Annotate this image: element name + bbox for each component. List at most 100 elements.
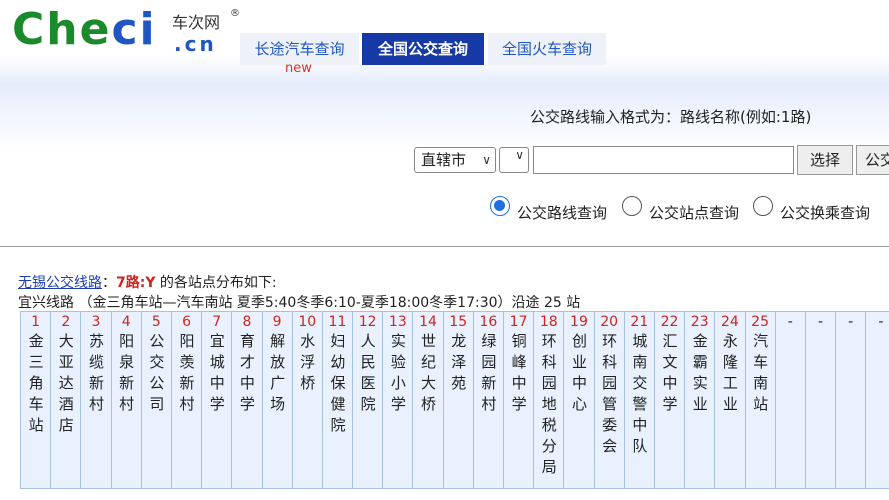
tab-label: 全国火车查询	[501, 40, 592, 58]
city-select[interactable]: 直辖市 ∨	[414, 147, 496, 173]
chevron-down-icon: ∨	[515, 148, 524, 162]
stop-cell[interactable]: 2 大亚达酒店	[51, 311, 82, 489]
stop-number: 8	[242, 314, 252, 330]
stop-cell[interactable]: -	[775, 311, 806, 489]
radio-stop-query[interactable]	[622, 196, 642, 216]
stop-number: 2	[61, 314, 71, 330]
stop-name: 汽车南站	[751, 333, 770, 417]
tab-national-bus[interactable]: 全国公交查询	[362, 33, 484, 65]
stop-cell[interactable]: 22 汇文中学	[654, 311, 686, 489]
city-select-value: 直辖市	[421, 151, 467, 169]
city-bus-link[interactable]: 无锡公交线路	[18, 275, 102, 291]
stop-number: 21	[630, 314, 649, 330]
stop-cell[interactable]: 3 苏缆新村	[81, 311, 112, 489]
stop-cell[interactable]: -	[866, 311, 889, 489]
stop-name: 创业中心	[569, 333, 588, 417]
stop-name: 公交公司	[147, 333, 166, 417]
logo-wordmark: Checi	[12, 6, 157, 54]
stop-number: -	[878, 314, 884, 330]
stop-cell[interactable]: 11 妇幼保健院	[322, 311, 354, 489]
input-format-hint: 公交路线输入格式为：路线名称(例如:1路)	[530, 108, 812, 126]
stop-cell[interactable]: 13 实验小学	[383, 311, 414, 489]
stop-cell[interactable]: 17 铜峰中学	[504, 311, 535, 489]
select-button[interactable]: 选择	[797, 145, 853, 175]
radio-label-route: 公交路线查询	[517, 204, 608, 222]
stop-number: 22	[660, 314, 679, 330]
stop-name: 世纪大桥	[419, 333, 438, 417]
stop-cell[interactable]: 5 公交公司	[141, 311, 172, 489]
result-heading: 无锡公交线路：7路:Y 的各站点分布如下:	[18, 272, 277, 292]
stop-cell[interactable]: 9 解放广场	[262, 311, 293, 489]
radio-label-stop: 公交站点查询	[649, 204, 740, 222]
stop-cell[interactable]: 6 阳羡新村	[171, 311, 203, 489]
logo-part-1: Che	[12, 4, 112, 55]
route-input[interactable]	[533, 146, 794, 174]
stop-name: 妇幼保健院	[328, 333, 347, 438]
stop-number: -	[848, 314, 854, 330]
heading-suffix: 的各站点分布如下:	[155, 275, 277, 291]
stop-cell[interactable]: 14 世纪大桥	[413, 311, 444, 489]
stop-cell[interactable]: 7 宜城中学	[202, 311, 233, 489]
stop-cell[interactable]: 10 水浮桥	[292, 311, 323, 489]
stop-number: 17	[509, 314, 528, 330]
radio-transfer-query[interactable]	[753, 196, 773, 216]
stop-cell[interactable]: 24 永隆工业	[715, 311, 746, 489]
stop-number: 23	[690, 314, 709, 330]
logo-part-2: ci	[111, 4, 157, 55]
stop-cell[interactable]: 19 创业中心	[564, 311, 595, 489]
stop-name: 永隆工业	[720, 333, 739, 417]
stop-name: 解放广场	[268, 333, 287, 417]
stop-number: 11	[328, 314, 347, 330]
tab-national-train[interactable]: 全国火车查询	[488, 33, 606, 65]
stop-number: 4	[121, 314, 131, 330]
stop-number: 9	[272, 314, 282, 330]
separator: ：	[102, 275, 116, 291]
new-badge: new	[285, 61, 312, 76]
stop-cell[interactable]: 8 育才中学	[232, 311, 263, 489]
site-logo[interactable]: Checi 车次网 ® .cn	[12, 6, 242, 57]
stop-cell[interactable]: -	[836, 311, 867, 489]
logo-domain: .cn	[174, 32, 217, 56]
stop-name: 水浮桥	[298, 333, 317, 396]
stop-cell[interactable]: -	[805, 311, 837, 489]
stop-name: 汇文中学	[660, 333, 679, 417]
stop-cell[interactable]: 1 金三角车站	[21, 311, 52, 489]
stop-name: 环科园地税分局	[539, 333, 558, 480]
stop-number: 14	[419, 314, 437, 330]
stop-cell[interactable]: 20 环科园管委会	[594, 311, 625, 489]
stop-number: 1	[31, 314, 41, 330]
stop-cell[interactable]: 12 人民医院	[353, 311, 384, 489]
logo-chinese: 车次网	[172, 13, 221, 32]
stop-number: 7	[212, 314, 222, 330]
stop-name: 铜峰中学	[509, 333, 528, 417]
stop-name: 城南交警中队	[630, 333, 649, 459]
stop-cell[interactable]: 18 环科园地税分局	[534, 311, 565, 489]
divider	[0, 246, 889, 247]
stop-cell[interactable]: 23 金霸实业	[685, 311, 716, 489]
stop-number: -	[787, 314, 793, 330]
route-name: 7路:Y	[116, 275, 156, 291]
tab-label: 长途汽车查询	[254, 40, 345, 58]
stop-cell[interactable]: 16 绿园新村	[473, 311, 504, 489]
tab-label: 全国公交查询	[377, 40, 468, 58]
stop-name: 实验小学	[388, 333, 407, 417]
stop-cell[interactable]: 25 汽车南站	[745, 311, 776, 489]
stop-number: 20	[600, 314, 619, 330]
sub-city-select[interactable]: ∨	[499, 147, 529, 173]
radio-label-transfer: 公交换乘查询	[780, 204, 871, 222]
stop-name: 苏缆新村	[86, 333, 105, 417]
stop-cell[interactable]: 4 阳泉新村	[111, 311, 142, 489]
stop-number: 25	[751, 314, 769, 330]
stop-cell[interactable]: 21 城南交警中队	[624, 311, 655, 489]
logo-registered-mark: ®	[230, 8, 240, 19]
route-summary: 宜兴线路 （金三角车站—汽车南站 夏季5:40冬季6:10-夏季18:00冬季1…	[18, 295, 581, 311]
bus-query-button[interactable]: 公交	[856, 145, 889, 175]
chevron-down-icon: ∨	[482, 153, 491, 167]
stop-number: -	[817, 314, 823, 330]
stop-name: 宜城中学	[207, 333, 226, 417]
stop-name: 龙泽苑	[449, 333, 468, 396]
stop-cell[interactable]: 15 龙泽苑	[443, 311, 474, 489]
stop-number: 16	[479, 314, 498, 330]
stop-number: 18	[539, 314, 558, 330]
radio-route-query[interactable]	[490, 196, 510, 216]
